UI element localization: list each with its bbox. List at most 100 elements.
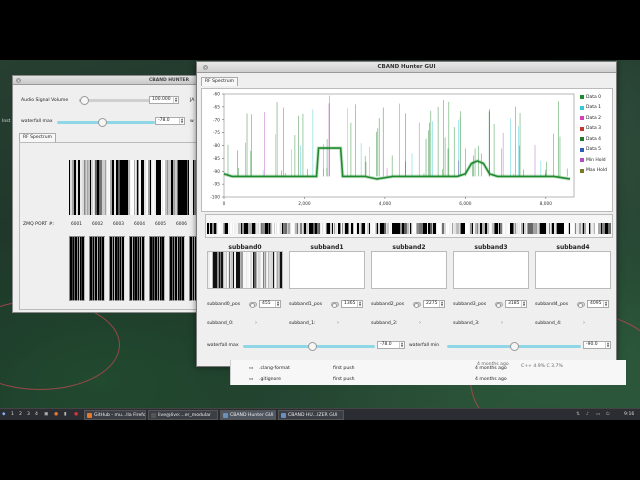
waterfall-stripe [123,237,125,301]
chevron-right-icon[interactable]: › [419,320,421,326]
waterfall-min-knob[interactable] [510,342,519,351]
files-icon[interactable]: ▣ [44,411,48,419]
legend-item[interactable]: Max Hold [580,166,614,177]
legend-item[interactable]: Data 1 [580,103,614,114]
waterfall-stripe [178,237,180,301]
audio-volume-slider[interactable] [79,96,151,105]
waterfall-max-spinbox[interactable]: -78.0 ▲ ▼ [155,117,185,125]
commit-message[interactable]: first push [333,377,355,382]
spin-arrows-icon[interactable]: ▲ ▼ [173,97,178,103]
spin-arrows-icon[interactable]: ▲ ▼ [603,301,608,307]
subband-pos-spinbox[interactable]: 1365 ▲ ▼ [341,300,363,308]
waterfall-min-slider[interactable] [447,342,581,351]
subband-pos-spinbox[interactable]: 455 ▲ ▼ [259,300,281,308]
spin-arrows-icon[interactable]: ▲ ▼ [399,342,404,348]
workspace-3[interactable]: 3 [27,411,30,419]
subband-pos-spinbox[interactable]: 2275 ▲ ▼ [423,300,445,308]
waterfall-stripe [118,160,121,215]
tab-rf-spectrum[interactable]: RF Spectrum [19,133,56,142]
spin-arrows-icon[interactable]: ▲ ▼ [439,301,444,307]
legend-swatch [580,147,584,152]
spin-arrows-icon[interactable]: ▲ ▼ [179,118,184,124]
legend-item[interactable]: Data 3 [580,124,614,135]
waterfall-stripe [550,223,552,234]
legend-item[interactable]: Data 2 [580,113,614,124]
subband-toggle[interactable] [249,302,257,308]
spin-arrows-icon[interactable]: ▲ ▼ [357,301,362,307]
taskbar-button[interactable]: live@live:...er_modular [148,410,218,420]
workspace-1[interactable]: 1 [11,411,14,419]
waterfall-stripe [167,160,172,215]
waterfall-max-slider[interactable] [57,118,155,127]
waterfall-max-knob[interactable] [98,118,108,127]
rf-spectrum-plot[interactable]: -60 -65 -70 -75 -80 -85 -90 -95 -100 0 2,000 4,000 6… [201,88,613,212]
waterfall-stripe [565,223,569,234]
subband-toggle[interactable] [413,302,421,308]
back-window-titlebar[interactable]: x CBAND HUNTER [13,76,211,85]
legend-item[interactable]: Data 0 [580,92,614,103]
waterfall-stripe [377,223,380,234]
spin-arrows-icon[interactable]: ▲ ▼ [605,342,610,348]
power-icon[interactable]: ⏻ [606,411,610,419]
audio-volume-spinbox[interactable]: 100.000 ▲ ▼ [149,96,179,104]
firefox-icon[interactable]: ● [54,411,58,419]
spin-arrows-icon[interactable]: ▲ ▼ [275,301,280,307]
waterfall-stripe [101,160,105,215]
tab-rf-spectrum[interactable]: RF Spectrum [201,77,238,86]
waterfall-stripe [161,160,166,215]
chevron-right-icon[interactable]: › [337,320,339,326]
zmq-port: 6006 [176,222,187,227]
waterfall-stripe [92,160,94,215]
volume-icon[interactable]: ♪ [586,411,589,419]
waterfall-stripe [236,223,240,234]
waterfall-stripe [297,223,300,234]
subband-toggle[interactable] [495,302,503,308]
x-tick-label: 0 [223,201,226,207]
close-icon[interactable]: × [203,65,208,70]
waterfall-max-knob[interactable] [307,342,317,351]
waterfall-stripe [280,223,283,234]
back-window[interactable]: x CBAND HUNTER Audio Signal Volume 100.0… [12,75,212,313]
chevron-right-icon[interactable]: › [501,320,503,326]
waterfall-stripe [359,223,362,234]
terminal-icon [151,413,156,418]
battery-icon[interactable]: ▭ [596,411,600,419]
chevron-right-icon[interactable]: › [255,320,257,326]
taskbar-button[interactable]: CBAND HU...IZER GUI [278,410,344,420]
legend-item[interactable]: Data 4 [580,134,614,145]
taskbar-button-label: GitHub - mu...lla Firefox [94,413,146,418]
main-window[interactable]: × CBAND Hunter GUI RF Spectrum -60 -65 -70… [196,61,617,367]
file-row[interactable]: ▭ .gitignore first push 4 months ago [231,374,511,386]
app-launcher-icon[interactable]: ● [74,411,78,419]
subband-toggle[interactable] [331,302,339,308]
subband-pos-spinbox[interactable]: 3185 ▲ ▼ [505,300,527,308]
waterfall-stripe [312,223,315,234]
waterfall-min-label: waterfall min [409,343,440,348]
main-window-titlebar[interactable]: × CBAND Hunter GUI [197,62,616,73]
commit-message[interactable]: first push [333,366,355,371]
waterfall-max-spinbox[interactable]: -78.0 ▲ ▼ [377,341,405,349]
clock[interactable]: 9:16 [624,411,634,419]
legend-swatch [580,158,584,163]
network-icon[interactable]: ⇅ [576,411,580,419]
taskbar-button[interactable]: CBAND Hunter GUI [220,410,276,420]
legend-item[interactable]: Min Hold [580,155,614,166]
taskbar-button[interactable]: GitHub - mu...lla Firefox [84,410,146,420]
terminal-icon[interactable]: ▮ [64,411,67,419]
file-name[interactable]: .gitignore [259,377,281,382]
subband-toggle[interactable] [577,302,585,308]
workspace-4[interactable]: 4 [35,411,38,419]
legend-item[interactable]: Data 5 [580,145,614,156]
waterfall-max-slider[interactable] [243,342,375,351]
close-icon[interactable]: x [16,78,21,83]
audio-volume-label: Audio Signal Volume [21,98,69,103]
spin-arrows-icon[interactable]: ▲ ▼ [521,301,526,307]
file-name[interactable]: .clang-format [259,366,290,371]
chevron-right-icon[interactable]: › [583,320,585,326]
start-menu-icon[interactable]: ◆ [2,411,6,419]
audio-volume-knob[interactable] [80,96,90,105]
waterfall-stripe [340,223,343,234]
subband-pos-spinbox[interactable]: 4095 ▲ ▼ [587,300,609,308]
workspace-2[interactable]: 2 [19,411,22,419]
waterfall-min-spinbox[interactable]: -90.0 ▲ ▼ [583,341,611,349]
